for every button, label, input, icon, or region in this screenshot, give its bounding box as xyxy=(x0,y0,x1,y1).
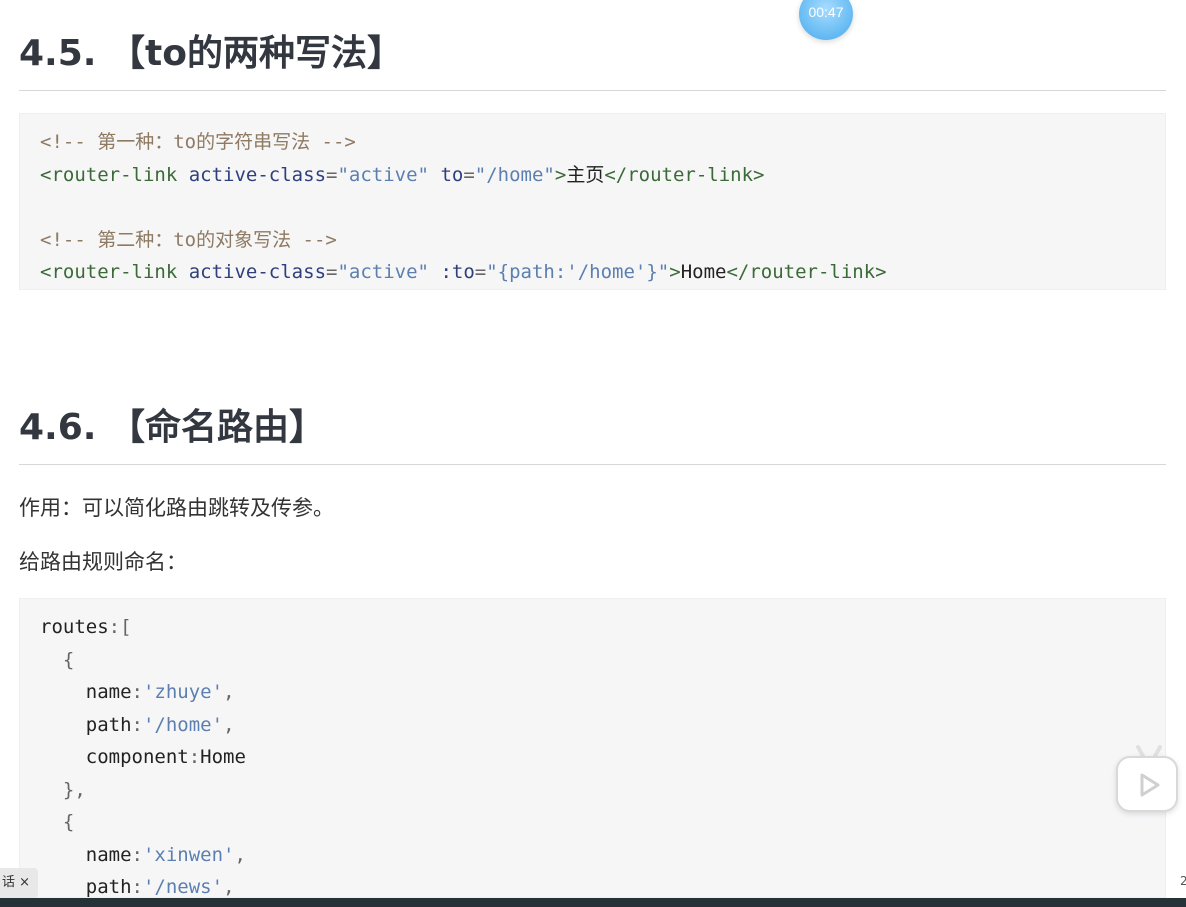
code-attr: :to xyxy=(440,261,475,283)
code-attr: active-class xyxy=(188,163,327,186)
code-block-routes: routes:[ { name:'zhuye', path:'/home', c… xyxy=(19,598,1166,898)
code-key: name xyxy=(85,681,132,703)
naming-paragraph: 给路由规则命名： xyxy=(19,550,187,574)
section-number: 4.6. xyxy=(19,407,97,448)
edge-text: 2 xyxy=(1180,874,1186,888)
code-key: path xyxy=(85,713,132,736)
section-number: 4.5. xyxy=(19,33,97,74)
section-title: 【to的两种写法】 xyxy=(109,33,403,74)
code-string: "/home" xyxy=(474,163,555,186)
code-key: name xyxy=(85,843,132,866)
code-string: "active" xyxy=(337,163,429,186)
code-attr: active-class xyxy=(188,261,327,283)
section-heading-4-5: 4.5. 【to的两种写法】 xyxy=(19,24,1166,91)
tag-text: 话 × xyxy=(2,875,31,890)
code-routes-key: routes xyxy=(40,616,109,638)
code-comment: <!-- 第一种：to的字符串写法 --> xyxy=(40,131,356,153)
video-play-button[interactable] xyxy=(1116,756,1178,812)
code-string: "active" xyxy=(337,261,429,283)
code-key: component xyxy=(85,746,189,768)
code-tag-close: </router-link> xyxy=(726,261,887,283)
code-tag-open: <router-link xyxy=(40,163,178,186)
section-title: 【命名路由】 xyxy=(109,407,326,448)
closable-tag[interactable]: 话 × xyxy=(0,868,38,898)
timer-text: 00:47 xyxy=(808,4,844,20)
code-tag-close: </router-link> xyxy=(604,163,765,186)
code-string: "{path:'/home'}" xyxy=(486,261,670,283)
code-string: 'zhuye' xyxy=(142,681,224,703)
code-text: Home xyxy=(680,261,727,283)
code-string: '/home' xyxy=(142,713,224,736)
bottom-bar xyxy=(0,898,1186,907)
purpose-paragraph: 作用：可以简化路由跳转及传参。 xyxy=(19,496,334,520)
code-string: 'xinwen' xyxy=(142,843,235,866)
code-string: '/news' xyxy=(142,876,224,898)
code-text: 主页 xyxy=(566,163,605,186)
code-comment: <!-- 第二种：to的对象写法 --> xyxy=(40,228,337,251)
code-attr: to xyxy=(440,163,464,186)
code-block-to-usage: <!-- 第一种：to的字符串写法 --> <router-link activ… xyxy=(19,113,1166,290)
code-key: path xyxy=(85,876,132,898)
section-heading-4-6: 4.6. 【命名路由】 xyxy=(19,398,1166,465)
code-value: Home xyxy=(200,746,246,768)
play-icon xyxy=(1140,773,1160,797)
code-tag-open: <router-link xyxy=(40,261,178,283)
